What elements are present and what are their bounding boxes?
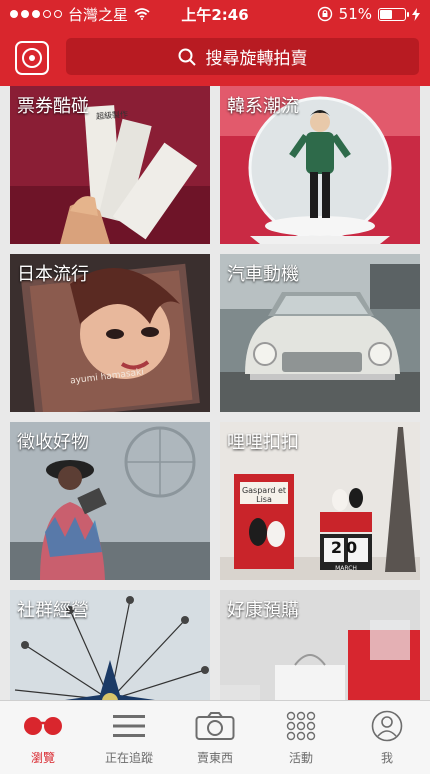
- tab-events[interactable]: 活動: [258, 701, 344, 774]
- category-label: 徵收好物: [17, 432, 89, 453]
- ticket-text: 超級製作: [95, 109, 129, 122]
- category-label: 韓系潮流: [227, 96, 299, 117]
- tab-following[interactable]: 正在追蹤: [86, 701, 172, 774]
- category-tile-cars[interactable]: 汽車動機: [220, 254, 420, 412]
- tab-browse[interactable]: 瀏覽: [0, 701, 86, 774]
- category-label: 票券酷碰: [17, 96, 89, 117]
- tab-me[interactable]: 我: [344, 701, 430, 774]
- category-tile-tickets[interactable]: 票券酷碰 超級製作: [10, 86, 210, 244]
- category-tile-wanted-goods[interactable]: 徵收好物: [10, 422, 210, 580]
- category-tile-misc[interactable]: 哩哩扣扣 Gaspard et Lisa 20 MARCH: [220, 422, 420, 580]
- wifi-icon: [134, 8, 150, 20]
- search-bar[interactable]: 搜尋旋轉拍賣: [66, 38, 419, 75]
- battery-icon: [378, 7, 409, 21]
- carrier-name: 台灣之星: [68, 5, 129, 24]
- grid-dots-icon: [286, 711, 316, 741]
- battery-percent: 51%: [338, 5, 372, 23]
- category-label: 好康預購: [227, 600, 299, 621]
- status-time: 上午2:46: [181, 5, 249, 24]
- browse-icon: [24, 717, 62, 735]
- book-title-text: Gaspard et Lisa: [241, 486, 287, 504]
- battery-fill: [380, 9, 392, 19]
- tab-label: 正在追蹤: [104, 751, 153, 765]
- tab-sell[interactable]: 賣東西: [172, 701, 258, 774]
- list-icon: [113, 715, 145, 737]
- tab-label: 賣東西: [196, 751, 233, 765]
- rotation-lock-icon: [317, 6, 332, 22]
- category-label: 日本流行: [17, 264, 89, 285]
- signal-dots-icon: [10, 10, 62, 18]
- search-placeholder: 搜尋旋轉拍賣: [205, 49, 308, 69]
- calendar-month-text: MARCH: [335, 565, 357, 572]
- category-label: 汽車動機: [227, 264, 299, 285]
- app-header: 搜尋旋轉拍賣: [0, 28, 430, 86]
- category-tile-japan-pop[interactable]: 日本流行 ayumi hamasaki: [10, 254, 210, 412]
- tab-label: 我: [380, 751, 393, 765]
- category-label: 社群經營: [17, 600, 89, 621]
- search-icon: [178, 48, 196, 66]
- category-label: 哩哩扣扣: [227, 432, 299, 453]
- charging-bolt-icon: [412, 7, 420, 21]
- status-right: 51%: [317, 5, 420, 23]
- camera-icon: [195, 712, 235, 740]
- tab-label: 活動: [288, 751, 313, 765]
- calendar-day-text: 20: [330, 538, 362, 557]
- status-left: 台灣之星: [10, 4, 150, 25]
- bottom-tab-bar: 瀏覽 正在追蹤 賣東西 活動 我: [0, 700, 430, 774]
- app-screen: 台灣之星 上午2:46 51% 搜尋旋轉拍賣 票券酷碰 超級製作 韓系潮流 日本…: [0, 0, 430, 774]
- status-bar: 台灣之星 上午2:46 51%: [0, 0, 430, 28]
- category-tile-korean-fashion[interactable]: 韓系潮流: [220, 86, 420, 244]
- rotating-auction-logo-icon[interactable]: [15, 41, 49, 75]
- tab-label: 瀏覽: [30, 751, 55, 765]
- user-icon: [371, 710, 403, 742]
